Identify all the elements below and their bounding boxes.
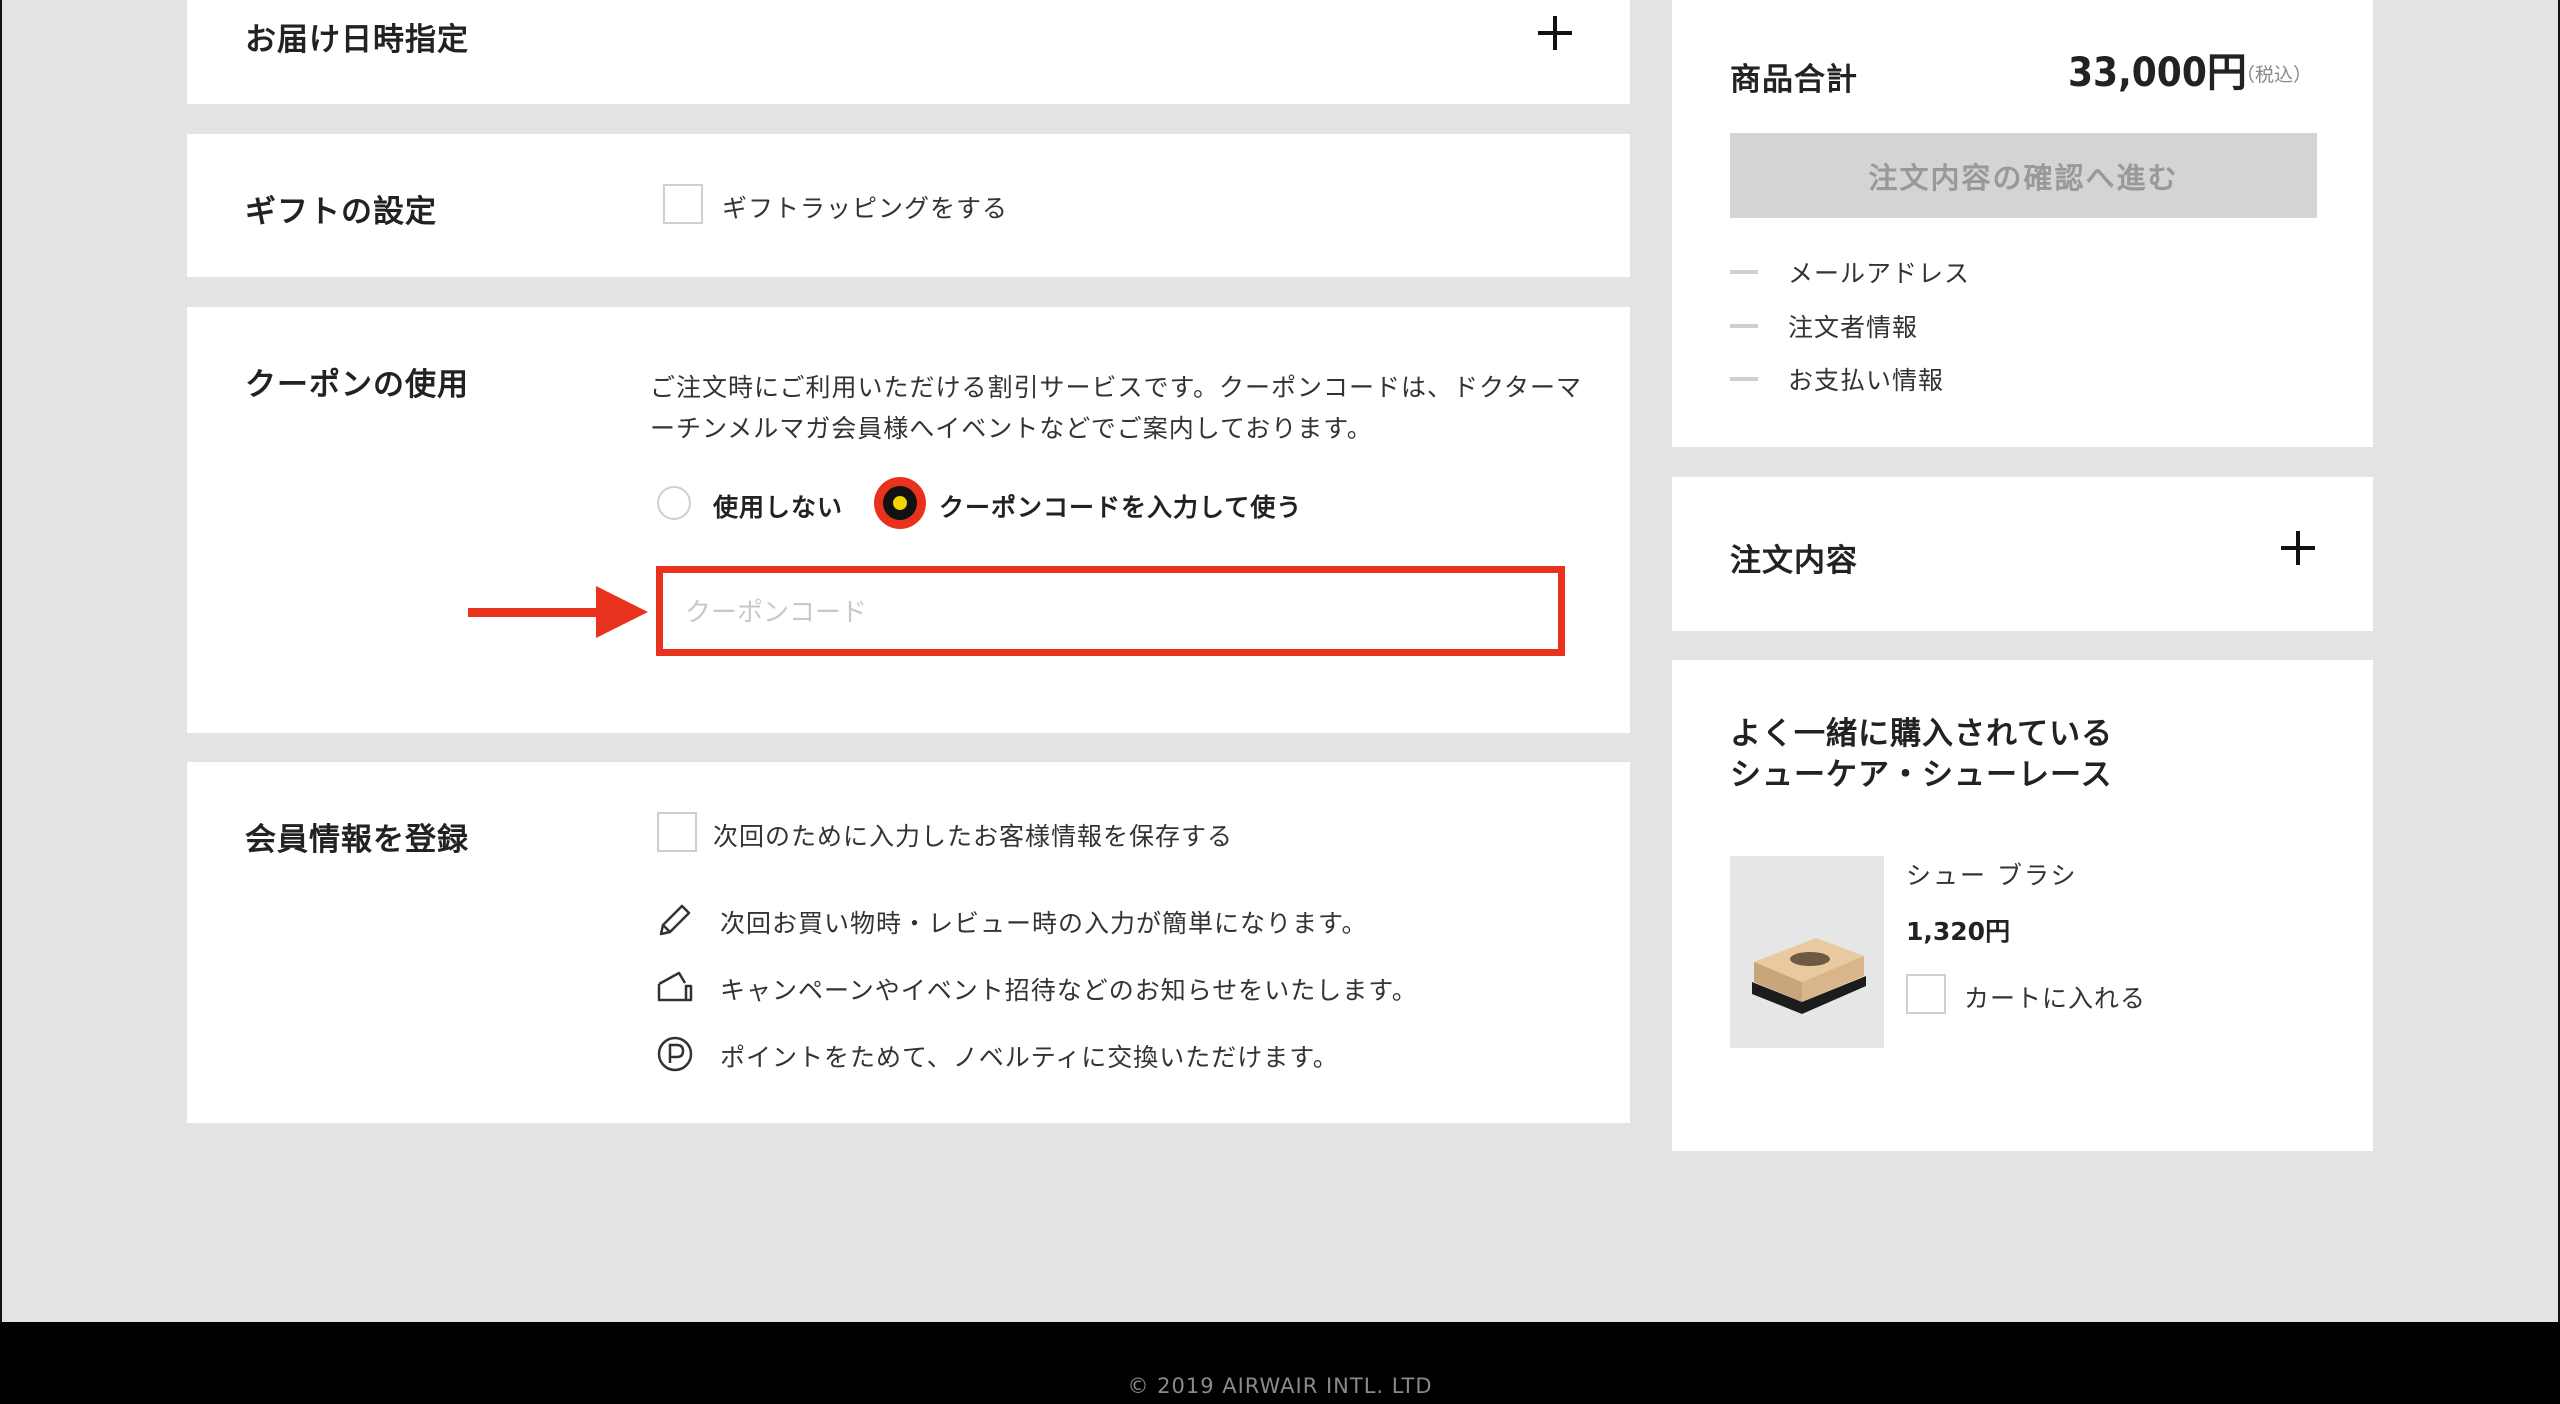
coupon-description: ご注文時にご利用いただける割引サービスです。クーポンコードは、ドクターマーチンメ… <box>650 373 1583 443</box>
annotation-arrow-icon <box>596 586 648 638</box>
add-to-cart-checkbox[interactable] <box>1906 974 1946 1014</box>
ticket-icon <box>657 971 693 1002</box>
radio-no-coupon-label: 使用しない <box>713 493 844 522</box>
step-label-email: メールアドレス <box>1788 259 1971 288</box>
benefit-text-3: ポイントをためて、ノベルティに交換いただけます。 <box>720 1043 1339 1072</box>
delivery-title: お届け日時指定 <box>245 22 469 58</box>
save-info-checkbox[interactable] <box>657 812 697 852</box>
recommend-panel: よく一緒に購入されている シューケア・シューレース シュー ブラシ 1,320円… <box>1672 660 2373 1151</box>
total-label: 商品合計 <box>1730 62 1858 98</box>
benefit-text-2: キャンペーンやイベント招待などのお知らせをいたします。 <box>720 976 1418 1005</box>
radio-no-coupon[interactable] <box>657 486 691 520</box>
tax-note: （税込） <box>2236 64 2313 86</box>
step-dash <box>1730 270 1758 274</box>
footer: © 2019 AIRWAIR INTL. LTD <box>0 1322 2560 1404</box>
expand-plus-icon[interactable] <box>1538 16 1572 50</box>
step-label-customer: 注文者情報 <box>1788 313 1919 342</box>
product-price: 1,320円 <box>1906 917 2011 946</box>
recommend-title-line2: シューケア・シューレース <box>1730 757 2113 793</box>
order-contents-title: 注文内容 <box>1730 543 1858 579</box>
total-price: 33,000円 <box>2068 50 2247 96</box>
gift-section: ギフトの設定 ギフトラッピングをする <box>187 134 1630 277</box>
copyright-text: © 2019 AIRWAIR INTL. LTD <box>1127 1374 1433 1398</box>
expand-plus-icon[interactable] <box>2281 531 2315 565</box>
pencil-icon <box>659 904 691 936</box>
radio-use-coupon-label: クーポンコードを入力して使う <box>939 493 1303 522</box>
confirm-order-button[interactable]: 注文内容の確認へ進む <box>1730 133 2317 218</box>
product-name[interactable]: シュー ブラシ <box>1906 856 2077 892</box>
annotation-arrow-shaft <box>468 608 608 617</box>
coupon-section: クーポンの使用 ご注文時にご利用いただける割引サービスです。クーポンコードは、ド… <box>187 307 1630 733</box>
save-info-label: 次回のために入力したお客様情報を保存する <box>713 822 1234 851</box>
radio-dot <box>893 496 907 510</box>
order-summary-panel: 商品合計 33,000円 （税込） 注文内容の確認へ進む メールアドレス 注文者… <box>1672 0 2373 447</box>
member-title: 会員情報を登録 <box>245 822 469 858</box>
step-dash <box>1730 324 1758 328</box>
benefit-text-1: 次回お買い物時・レビュー時の入力が簡単になります。 <box>720 909 1368 938</box>
gift-wrapping-label: ギフトラッピングをする <box>722 194 1009 223</box>
recommend-title: よく一緒に購入されている シューケア・シューレース <box>1730 714 2113 796</box>
step-dash <box>1730 377 1758 381</box>
coupon-title: クーポンの使用 <box>245 367 469 403</box>
step-label-payment: お支払い情報 <box>1788 366 1945 395</box>
window-frame-left <box>0 0 2 1322</box>
coupon-code-field[interactable] <box>656 566 1565 656</box>
delivery-section[interactable]: お届け日時指定 <box>187 0 1630 104</box>
shoe-brush-illustration <box>1752 938 1866 1014</box>
point-p-icon <box>657 1036 693 1072</box>
radio-selected-indicator <box>883 486 917 520</box>
order-contents-panel[interactable]: 注文内容 <box>1672 477 2373 631</box>
gift-title: ギフトの設定 <box>245 194 437 230</box>
coupon-code-input[interactable] <box>683 587 1537 639</box>
add-to-cart-label: カートに入れる <box>1964 984 2147 1013</box>
recommend-title-line1: よく一緒に購入されている <box>1730 716 2114 752</box>
product-image-shoe-brush[interactable] <box>1730 856 1884 1048</box>
radio-use-coupon[interactable] <box>874 477 926 529</box>
member-section: 会員情報を登録 次回のために入力したお客様情報を保存する 次回お買い物時・レビュ… <box>187 762 1630 1123</box>
gift-wrapping-checkbox[interactable] <box>663 184 703 224</box>
